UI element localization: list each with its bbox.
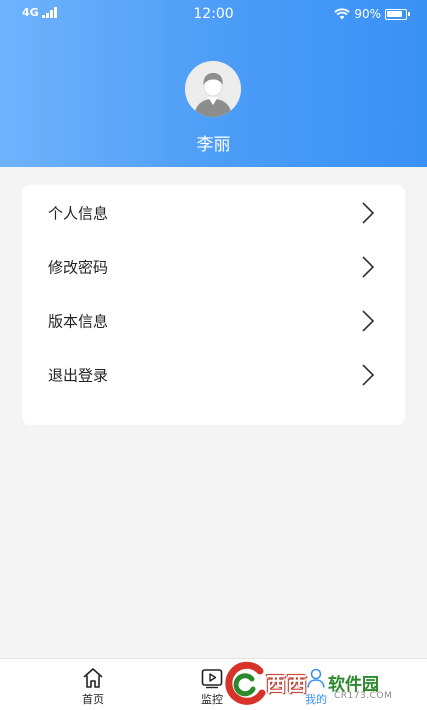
watermark-brand: 西西 [266,672,308,696]
watermark: 西西 软件园 CR173.COM [222,660,412,708]
tab-home[interactable]: 首页 [48,659,138,710]
wifi-icon [334,8,351,20]
settings-menu: 个人信息 修改密码 版本信息 退出登录 [22,185,405,425]
tab-label: 首页 [82,693,104,706]
chevron-right-icon [362,256,375,278]
status-bar: 4G 12:00 90% [0,0,427,30]
status-right: 90% [334,7,410,21]
chevron-right-icon [362,310,375,332]
profile-header: 4G 12:00 90% 李丽 [0,0,427,167]
home-icon [83,668,103,688]
default-avatar-icon [185,61,241,117]
avatar[interactable] [185,61,241,117]
menu-item-label: 个人信息 [48,204,109,223]
battery-percent: 90% [354,7,381,21]
chevron-right-icon [362,364,375,386]
battery-level [387,10,403,17]
battery-icon [385,8,410,20]
watermark-logo-icon [225,661,266,705]
play-icon [201,669,223,689]
menu-item-version-info[interactable]: 版本信息 [22,293,405,347]
menu-item-change-password[interactable]: 修改密码 [22,239,405,293]
menu-item-profile-info[interactable]: 个人信息 [22,185,405,239]
app-screen: 4G 12:00 90% 李丽 个人信息 修改密码 版本信息 退出登录 首页 监… [0,0,427,710]
chevron-right-icon [362,202,375,224]
menu-item-label: 修改密码 [48,258,109,277]
menu-item-label: 退出登录 [48,366,109,385]
user-name: 李丽 [196,135,231,155]
menu-item-label: 版本信息 [48,312,109,331]
menu-item-logout[interactable]: 退出登录 [22,347,405,401]
watermark-url: CR173.COM [334,691,393,701]
